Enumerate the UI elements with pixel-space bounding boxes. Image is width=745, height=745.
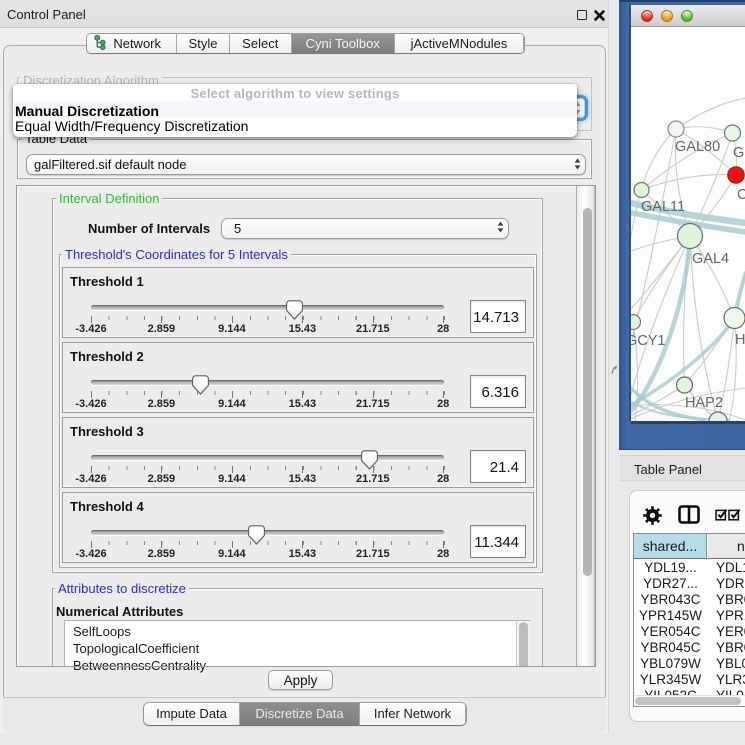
svg-text:GAL11: GAL11 xyxy=(641,199,685,215)
svg-text:HAP2: HAP2 xyxy=(685,395,723,411)
svg-text:C: C xyxy=(737,187,745,203)
svg-text:GAL80: GAL80 xyxy=(675,139,720,155)
svg-text:GCY1: GCY1 xyxy=(631,333,666,349)
svg-text:H: H xyxy=(735,332,745,348)
svg-text:GAL4: GAL4 xyxy=(692,251,729,267)
svg-text:G.: G. xyxy=(733,145,745,161)
